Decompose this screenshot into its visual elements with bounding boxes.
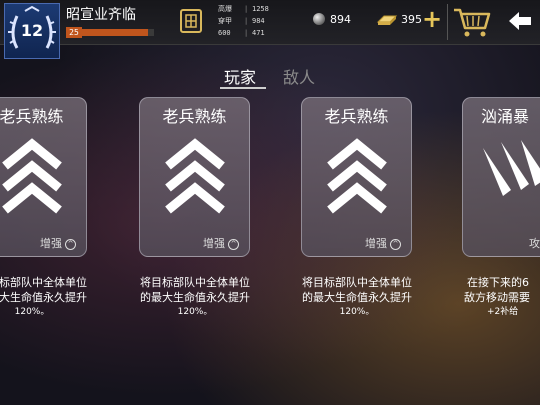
card-tag: 增强 ^ xyxy=(365,235,401,251)
card-tag-label: 攻 xyxy=(529,237,540,250)
chevron-up-icon: ^ xyxy=(65,239,76,250)
player-level: 12 xyxy=(20,21,44,40)
desc-line: 的最大生命值永久提升 xyxy=(0,291,87,304)
claw-slash-icon xyxy=(483,140,540,196)
resource-label: 高爆 xyxy=(218,5,232,13)
card-tag: 增强 ^ xyxy=(203,235,239,251)
player-rank: 25 xyxy=(66,27,82,38)
card-title: 老兵熟练 xyxy=(0,107,64,126)
card-title: 汹涌暴 xyxy=(481,107,530,126)
chevron-rank-icon xyxy=(327,138,387,214)
add-gold-button[interactable]: + xyxy=(422,7,442,31)
desc-line: 120%。 xyxy=(177,307,213,317)
player-name: 昭宣业齐临 xyxy=(66,7,136,23)
skill-card[interactable]: 老兵熟练 增强 ^ xyxy=(301,97,412,257)
divider xyxy=(447,4,448,40)
resource-separator: | xyxy=(244,5,249,13)
resource-row: 高爆 | 1258 xyxy=(218,3,296,15)
resource-value: 471 xyxy=(252,29,265,37)
card-description: 将目标部队中全体单位 的最大生命值永久提升 120%。 xyxy=(277,275,437,320)
resource-value: 984 xyxy=(252,17,265,25)
desc-line: 120%。 xyxy=(14,307,50,317)
target-tabs: 玩家 敌人 xyxy=(0,64,540,89)
card-tag: 增强 ^ xyxy=(40,235,76,251)
chevron-up-icon: ^ xyxy=(390,239,401,250)
desc-line: 将目标部队中全体单位 xyxy=(302,276,412,289)
gold-bars-icon xyxy=(376,15,398,25)
xp-bar-fill xyxy=(82,29,149,36)
tab-enemy[interactable]: 敌人 xyxy=(283,64,315,88)
card-tag-label: 增强 xyxy=(40,237,62,250)
resource-row: 穿甲 | 984 xyxy=(218,15,296,27)
card-tag: 攻 xyxy=(529,235,540,251)
resource-label: 穿甲 xyxy=(218,17,232,25)
desc-line: 将目标部队中全体单位 xyxy=(0,276,87,289)
chevron-up-icon: ^ xyxy=(228,239,239,250)
ammo-resource-list: 高爆 | 1258 穿甲 | 984 600 | 471 xyxy=(218,3,296,39)
resource-separator: | xyxy=(244,17,249,25)
card-tag-label: 增强 xyxy=(203,237,225,250)
resource-row: 600 | 471 xyxy=(218,27,296,39)
desc-line: 120%。 xyxy=(339,307,375,317)
metal-amount: 894 xyxy=(330,13,351,26)
card-title: 老兵熟练 xyxy=(324,107,389,126)
desc-line: 在接下来的6 xyxy=(467,276,529,289)
card-title: 老兵熟练 xyxy=(162,107,227,126)
desc-line: 敌方移动需要 xyxy=(464,291,530,304)
supply-crate-icon[interactable] xyxy=(180,9,202,33)
player-badge[interactable]: 12 xyxy=(4,3,60,59)
resource-value: 1258 xyxy=(252,5,269,13)
resource-separator: | xyxy=(244,29,249,37)
card-description: 将目标部队中全体单位 的最大生命值永久提升 120%。 xyxy=(0,275,112,320)
xp-bar xyxy=(82,29,154,36)
desc-line: +2补给 xyxy=(487,307,519,317)
card-description: 将目标部队中全体单位 的最大生命值永久提升 120%。 xyxy=(115,275,275,320)
desc-line: 的最大生命值永久提升 xyxy=(302,291,412,304)
chevron-rank-icon xyxy=(2,138,62,214)
shop-cart-icon[interactable] xyxy=(452,5,492,39)
skill-card[interactable]: 老兵熟练 增强 ^ xyxy=(139,97,250,257)
chevron-rank-icon xyxy=(165,138,225,214)
card-description: 在接下来的6 敌方移动需要 +2补给 xyxy=(459,275,540,320)
back-arrow-icon[interactable] xyxy=(507,8,533,34)
tab-player[interactable]: 玩家 xyxy=(224,64,256,88)
active-tab-underline xyxy=(220,87,266,89)
desc-line: 的最大生命值永久提升 xyxy=(140,291,250,304)
resource-label: 600 xyxy=(218,29,231,37)
card-tag-label: 增强 xyxy=(365,237,387,250)
desc-line: 将目标部队中全体单位 xyxy=(140,276,250,289)
skill-card[interactable]: 汹涌暴 攻 xyxy=(462,97,540,257)
skill-card[interactable]: 老兵熟练 增强 ^ xyxy=(0,97,87,257)
gold-amount: 395 xyxy=(401,13,422,26)
metal-icon xyxy=(313,13,325,25)
